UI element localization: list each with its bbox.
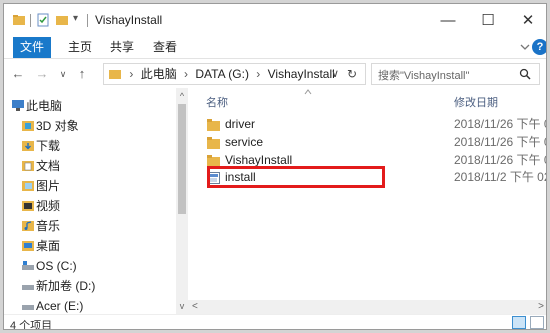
scrollbar-thumb[interactable] <box>178 104 186 214</box>
pc-icon <box>12 100 24 111</box>
file-name: service <box>225 135 264 149</box>
file-date: 2018/11/26 下午 0... <box>454 135 546 149</box>
help-button[interactable]: ? <box>532 39 546 55</box>
installer-file-icon <box>207 172 220 184</box>
minimize-button[interactable]: — <box>428 4 468 37</box>
sidebar-item-label: 新加卷 (D:) <box>36 279 96 293</box>
search-icon[interactable] <box>519 68 531 80</box>
sidebar-item-label: 视频 <box>36 199 61 213</box>
breadcrumb-data-drive[interactable]: DATA (G:) <box>195 64 249 84</box>
tab-share[interactable]: 共享 <box>104 37 140 58</box>
column-header-name[interactable]: 名称 <box>206 94 228 110</box>
properties-icon[interactable] <box>36 13 50 27</box>
tab-file[interactable]: 文件 <box>13 37 51 58</box>
file-date: 2018/11/2 下午 02:... <box>454 170 546 184</box>
scroll-down-icon[interactable]: v <box>177 300 187 312</box>
sidebar-item-documents[interactable]: 文档 <box>4 156 176 176</box>
sidebar-item-music[interactable]: 音乐 <box>4 216 176 236</box>
sidebar-item-downloads[interactable]: 下载 <box>4 136 176 156</box>
list-item[interactable]: service 2018/11/26 下午 0... <box>196 133 546 152</box>
system-drive-icon <box>22 261 34 270</box>
download-folder-icon <box>22 141 34 151</box>
nav-pane-scrollbar[interactable]: ^ v <box>176 88 188 314</box>
search-input[interactable]: 搜索"VishayInstall" <box>371 63 540 85</box>
drive-icon <box>22 305 34 310</box>
forward-arrow-icon[interactable]: → <box>34 64 50 84</box>
file-list: 名称 修改日期 driver 2018/11/26 下午 0... servic… <box>188 88 546 300</box>
sort-chevron-icon <box>304 89 312 95</box>
sidebar-item-label: 图片 <box>36 179 61 193</box>
column-header-modified[interactable]: 修改日期 <box>454 94 498 110</box>
title-bar: ▾ VishayInstall — ☐ ✕ <box>4 4 546 37</box>
scroll-right-icon[interactable]: > <box>538 300 544 314</box>
breadcrumb-separator: › <box>184 67 189 81</box>
explorer-window: ▾ VishayInstall — ☐ ✕ 文件 主页 共享 查看 ? ← → … <box>3 3 547 330</box>
search-placeholder: 搜索"VishayInstall" <box>378 70 470 82</box>
desktop-folder-icon <box>22 241 34 251</box>
refresh-icon[interactable]: ↻ <box>347 64 357 84</box>
folder-app-icon <box>13 15 25 25</box>
folder-icon <box>109 70 121 79</box>
breadcrumb-separator: › <box>256 67 261 81</box>
sidebar-item-label: Acer (E:) <box>36 299 84 313</box>
maximize-button[interactable]: ☐ <box>468 4 508 37</box>
sidebar-item-3d-objects[interactable]: 3D 对象 <box>4 116 176 136</box>
close-button[interactable]: ✕ <box>508 4 546 37</box>
recent-locations-icon[interactable]: ∨ <box>55 64 71 84</box>
address-row: ← → ∨ ↑ › 此电脑 › DATA (G:) › VishayInstal… <box>4 60 546 88</box>
file-name: driver <box>225 117 256 131</box>
documents-folder-icon <box>22 161 34 171</box>
sidebar-item-label: 3D 对象 <box>36 119 79 133</box>
drive-icon <box>22 285 34 290</box>
sidebar-item-label: 音乐 <box>36 219 61 233</box>
toolbar-separator <box>87 14 88 27</box>
tab-home[interactable]: 主页 <box>62 37 98 58</box>
folder-icon <box>207 155 220 167</box>
window-title: VishayInstall <box>95 13 163 27</box>
breadcrumb-this-pc[interactable]: 此电脑 <box>141 64 177 84</box>
folder-icon <box>207 119 220 131</box>
ribbon-tabs: 文件 主页 共享 查看 ? <box>4 37 546 59</box>
sidebar-item-os-c[interactable]: OS (C:) <box>4 256 176 276</box>
breadcrumb-vishayinstall[interactable]: VishayInstall <box>268 64 335 84</box>
new-folder-icon[interactable] <box>55 13 69 27</box>
3d-objects-icon <box>22 121 34 131</box>
sidebar-item-drive-d[interactable]: 新加卷 (D:) <box>4 276 176 296</box>
sidebar-item-this-pc[interactable]: 此电脑 <box>4 96 176 116</box>
pictures-folder-icon <box>22 181 34 191</box>
chevron-down-icon[interactable] <box>518 40 532 54</box>
up-arrow-icon[interactable]: ↑ <box>74 64 90 84</box>
sidebar-item-label: 文档 <box>36 159 61 173</box>
toolbar-separator <box>30 14 31 27</box>
videos-folder-icon <box>22 201 34 211</box>
scroll-left-icon[interactable]: < <box>192 300 198 314</box>
sidebar-item-label: 下载 <box>36 139 61 153</box>
list-item[interactable]: driver 2018/11/26 下午 0... <box>196 115 546 134</box>
large-icons-view-button[interactable] <box>530 316 544 329</box>
tab-view[interactable]: 查看 <box>147 37 183 58</box>
details-view-button[interactable] <box>512 316 526 329</box>
address-dropdown-icon[interactable]: ∨ <box>331 64 339 84</box>
folder-icon <box>207 137 220 149</box>
sidebar-item-videos[interactable]: 视频 <box>4 196 176 216</box>
sidebar-item-label: 桌面 <box>36 239 61 253</box>
quick-access-dropdown-icon[interactable]: ▾ <box>73 13 78 24</box>
scroll-up-icon[interactable]: ^ <box>177 90 187 102</box>
file-date: 2018/11/26 下午 0... <box>454 117 546 131</box>
list-item[interactable]: install 2018/11/2 下午 02:... <box>196 168 546 187</box>
sidebar-item-acer-e[interactable]: Acer (E:) <box>4 296 176 316</box>
sidebar-item-desktop[interactable]: 桌面 <box>4 236 176 256</box>
sidebar-item-pictures[interactable]: 图片 <box>4 176 176 196</box>
status-bar: 4 个项目 <box>4 314 546 330</box>
horizontal-scrollbar[interactable]: < > <box>188 300 546 314</box>
back-arrow-icon[interactable]: ← <box>10 64 26 84</box>
file-name: install <box>225 170 256 184</box>
sidebar-item-label: OS (C:) <box>36 259 77 273</box>
address-bar[interactable]: › 此电脑 › DATA (G:) › VishayInstall ∨ ↻ <box>103 63 366 85</box>
music-folder-icon <box>22 221 34 231</box>
sidebar-item-label: 此电脑 <box>26 99 63 113</box>
item-count: 4 个项目 <box>10 320 53 330</box>
navigation-pane: 此电脑 3D 对象 下载 文档 图片 视频 音乐 桌面 OS (C:) 新加卷 … <box>4 88 176 314</box>
breadcrumb-separator: › <box>129 67 134 81</box>
